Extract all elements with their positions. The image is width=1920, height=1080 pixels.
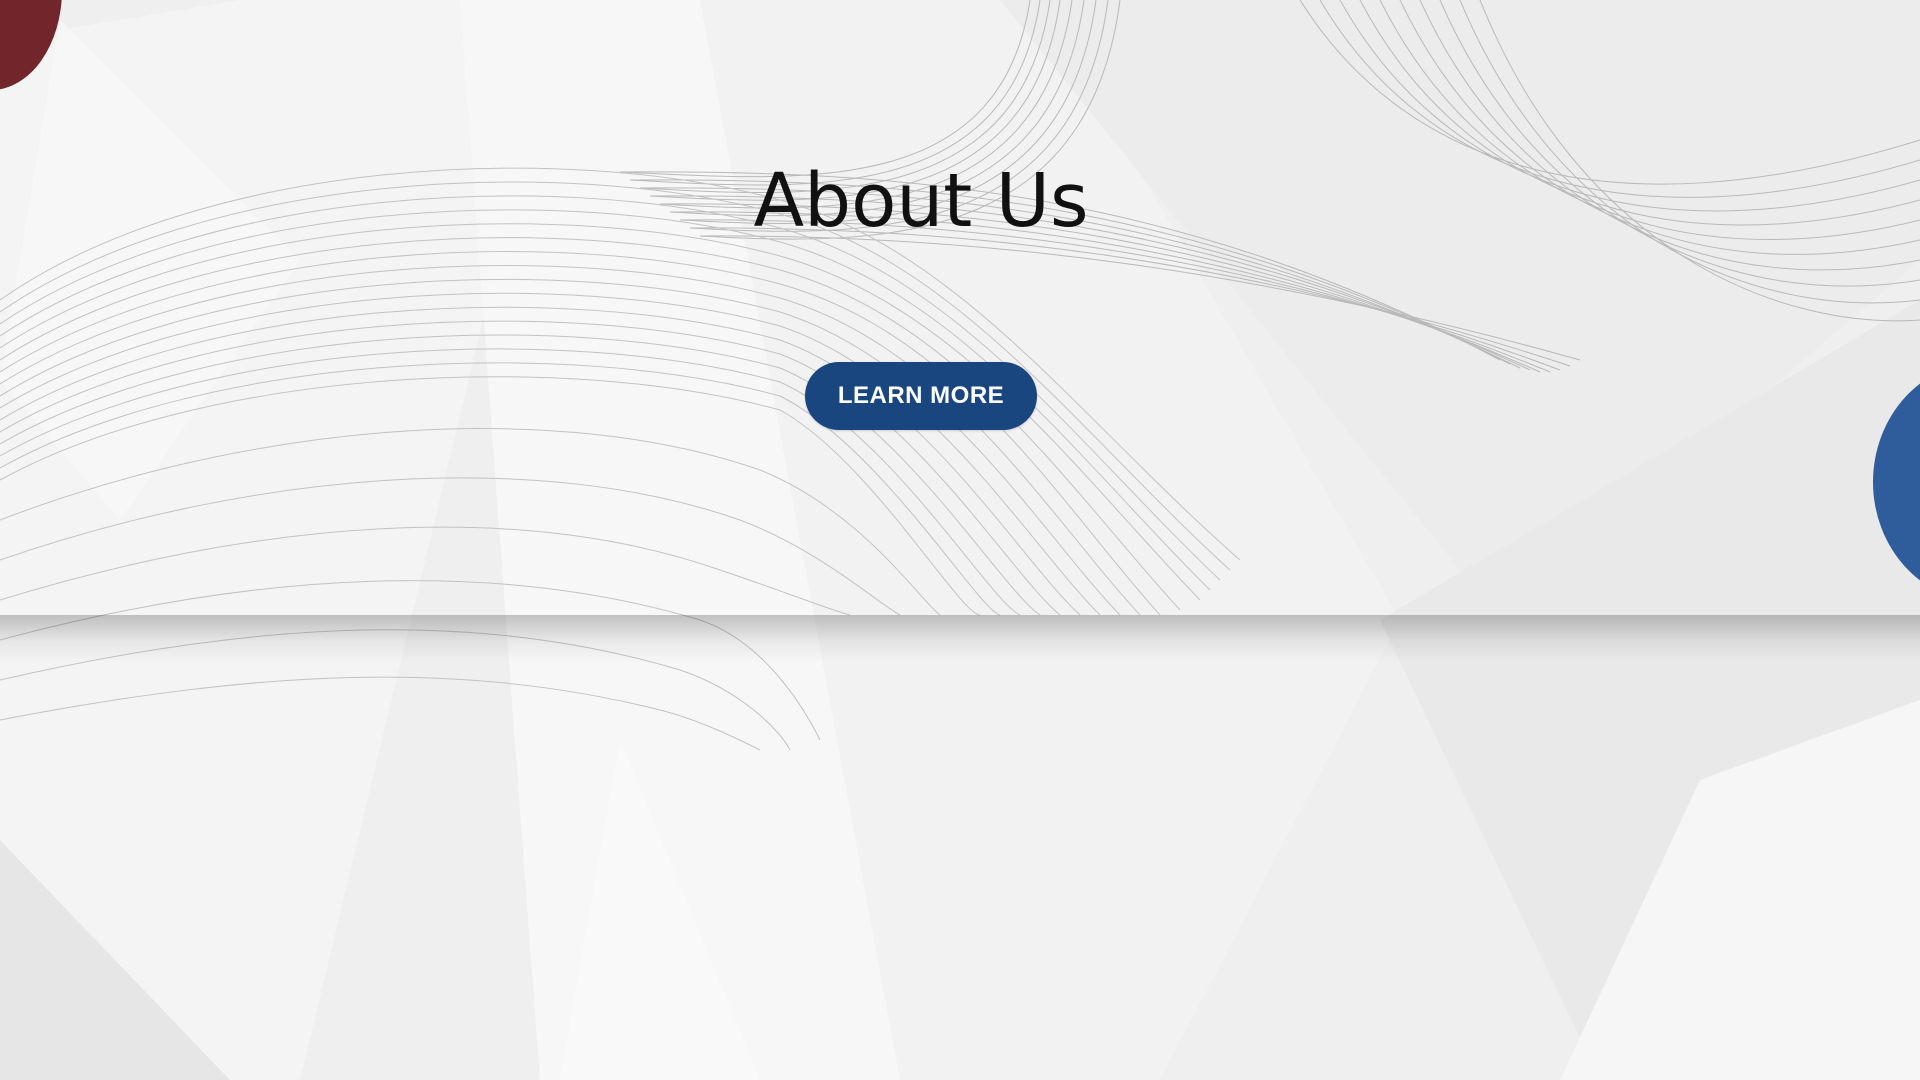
learn-more-button[interactable]: LEARN MORE — [805, 362, 1037, 430]
blue-circle-accent — [1873, 362, 1920, 602]
red-circle-accent — [0, 0, 62, 90]
page: About Us LEARN MORE — [0, 0, 1920, 1080]
hero-section: About Us LEARN MORE — [0, 0, 1920, 615]
page-title: About Us — [753, 158, 1089, 244]
section-divider-shadow — [0, 615, 1920, 663]
